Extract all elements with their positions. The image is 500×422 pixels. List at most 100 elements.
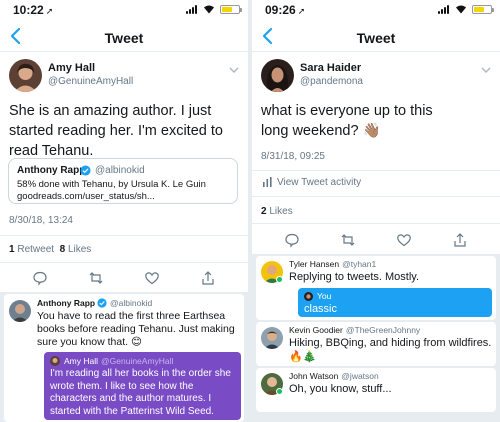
signal-icon	[186, 5, 200, 14]
caret-down-icon[interactable]	[229, 66, 239, 74]
avatar[interactable]	[261, 59, 294, 92]
nested-reply-bubble[interactable]: Amy Hall @GenuineAmyHall I'm reading all …	[44, 352, 241, 420]
own-reply-text: classic	[304, 303, 338, 315]
verified-icon	[80, 165, 91, 176]
nested-reply-author: Amy Hall @GenuineAmyHall	[64, 356, 173, 366]
quote-line-1: 58% done with Tehanu, by Ursula K. Le Gu…	[17, 179, 206, 190]
caret-down-icon[interactable]	[481, 66, 491, 74]
author-handle[interactable]: @pandemona	[300, 76, 363, 87]
tweet-text: what is everyone up to this long weekend…	[261, 103, 433, 139]
online-indicator	[276, 276, 283, 283]
share-icon[interactable]	[200, 270, 216, 286]
reply-author-handle: @jwatson	[341, 371, 379, 381]
avatar	[50, 356, 60, 366]
wifi-icon	[456, 5, 466, 14]
like-count: 8	[59, 244, 66, 255]
location-arrow-icon: ➚	[45, 6, 54, 16]
online-indicator	[276, 388, 283, 395]
activity-icon	[263, 177, 272, 187]
avatar[interactable]	[261, 327, 283, 349]
reply-text: Hiking, BBQing, and hiding from wildfire…	[289, 337, 492, 349]
reply-author-handle: @TheGreenJohnny	[345, 325, 421, 335]
avatar[interactable]	[9, 59, 42, 92]
reply-text: You have to read the first three Earthse…	[37, 310, 235, 348]
view-tweet-activity-link[interactable]: View Tweet activity	[277, 177, 361, 188]
reply-author[interactable]: John Watson @jwatson	[289, 371, 379, 381]
tweet-text: She is an amazing author. I just started…	[9, 103, 223, 159]
nav-title: Tweet	[356, 30, 396, 46]
reply-author[interactable]: Kevin Goodier @TheGreenJohnny	[289, 325, 420, 335]
divider	[0, 235, 248, 236]
reply-icon[interactable]	[284, 232, 300, 248]
retweet-icon[interactable]	[88, 270, 104, 286]
retweet-icon[interactable]	[340, 232, 356, 248]
replies-section: Anthony Rapp @albinokid You have to read…	[0, 292, 248, 422]
reply-card[interactable]: John Watson @jwatson Oh, you know, stuff.…	[256, 368, 496, 412]
share-icon[interactable]	[452, 232, 468, 248]
heart-icon[interactable]	[144, 270, 160, 286]
quote-author-name: Anthony Rapp	[17, 165, 86, 176]
verified-icon	[97, 298, 107, 308]
avatar[interactable]	[9, 300, 31, 322]
reply-emoji: 🔥🎄	[289, 351, 317, 363]
status-bar: 09:26 ➚	[252, 0, 500, 20]
nested-reply-text: I'm reading all her books in the order s…	[50, 368, 231, 417]
own-reply-author: You	[317, 291, 332, 301]
author-name[interactable]: Sara Haider	[300, 62, 361, 74]
nav-title: Tweet	[104, 30, 144, 46]
tweet-timestamp: 8/31/18, 09:25	[261, 151, 325, 162]
avatar	[304, 292, 313, 301]
reply-icon[interactable]	[32, 270, 48, 286]
quote-link[interactable]: goodreads.com/user_status/sh...	[17, 191, 231, 203]
quote-text: 58% done with Tehanu, by Ursula K. Le Gu…	[17, 179, 231, 203]
author-name[interactable]: Amy Hall	[48, 62, 95, 74]
battery-icon	[220, 5, 242, 14]
reply-author[interactable]: Tyler Hansen @tyhan1	[289, 259, 376, 269]
like-label: Likes	[269, 206, 293, 217]
tweet-timestamp: 8/30/18, 13:24	[9, 215, 73, 226]
location-arrow-icon: ➚	[297, 6, 306, 16]
quoted-tweet[interactable]: Anthony Rapp @albinokid 58% done with Te…	[8, 158, 238, 204]
engagement-stats[interactable]: 2 Likes	[261, 206, 293, 217]
reply-card[interactable]: Tyler Hansen @tyhan1 Replying to tweets. …	[256, 256, 496, 320]
status-time: 10:22 ➚	[13, 3, 54, 17]
reply-author-name: Tyler Hansen	[289, 259, 340, 269]
reply-author-handle[interactable]: @albinokid	[110, 298, 152, 308]
action-bar	[0, 270, 248, 290]
action-bar	[252, 232, 500, 252]
signal-icon	[438, 5, 452, 14]
reply-author-name: Kevin Goodier	[289, 325, 343, 335]
replies-section: Tyler Hansen @tyhan1 Replying to tweets. …	[252, 254, 500, 422]
status-bar: 10:22 ➚	[0, 0, 248, 20]
quote-author-handle: @albinokid	[95, 165, 145, 176]
battery-icon	[472, 5, 494, 14]
like-label: Likes	[67, 244, 92, 255]
heart-icon[interactable]	[396, 232, 412, 248]
left-phone-screen: 10:22 ➚ Tweet Amy Hall @GenuineAmyHall Sh…	[0, 0, 248, 422]
retweet-label: Retweet	[17, 244, 55, 255]
reply-text: Replying to tweets. Mostly.	[289, 271, 420, 283]
divider	[252, 223, 500, 224]
reply-card[interactable]: Anthony Rapp @albinokid You have to read…	[4, 294, 244, 422]
nav-bar: Tweet	[252, 22, 500, 52]
wifi-icon	[204, 5, 214, 14]
right-phone-screen: 09:26 ➚ Tweet Sara Haider @pandemona what…	[252, 0, 500, 422]
reply-author-handle: @tyhan1	[342, 259, 377, 269]
reply-text: Oh, you know, stuff...	[289, 383, 392, 395]
reply-author-name[interactable]: Anthony Rapp	[37, 298, 95, 308]
status-time: 09:26 ➚	[265, 3, 306, 17]
divider	[252, 170, 500, 171]
reply-author-name: John Watson	[289, 371, 339, 381]
own-reply-bubble[interactable]: You classic	[298, 288, 492, 317]
author-handle[interactable]: @GenuineAmyHall	[48, 76, 133, 87]
divider	[252, 196, 500, 197]
nav-bar: Tweet	[0, 22, 248, 52]
divider	[0, 262, 248, 263]
engagement-stats[interactable]: 1 Retweet 8 Likes	[9, 244, 91, 255]
reply-card[interactable]: Kevin Goodier @TheGreenJohnny Hiking, BBQ…	[256, 322, 496, 366]
retweet-count: 1	[9, 244, 15, 255]
nested-reply-author-handle: @GenuineAmyHall	[101, 356, 174, 366]
reply-author-name-text: Anthony Rapp	[37, 298, 96, 308]
nested-reply-author-name: Amy Hall	[64, 356, 99, 366]
like-count: 2	[261, 206, 267, 217]
